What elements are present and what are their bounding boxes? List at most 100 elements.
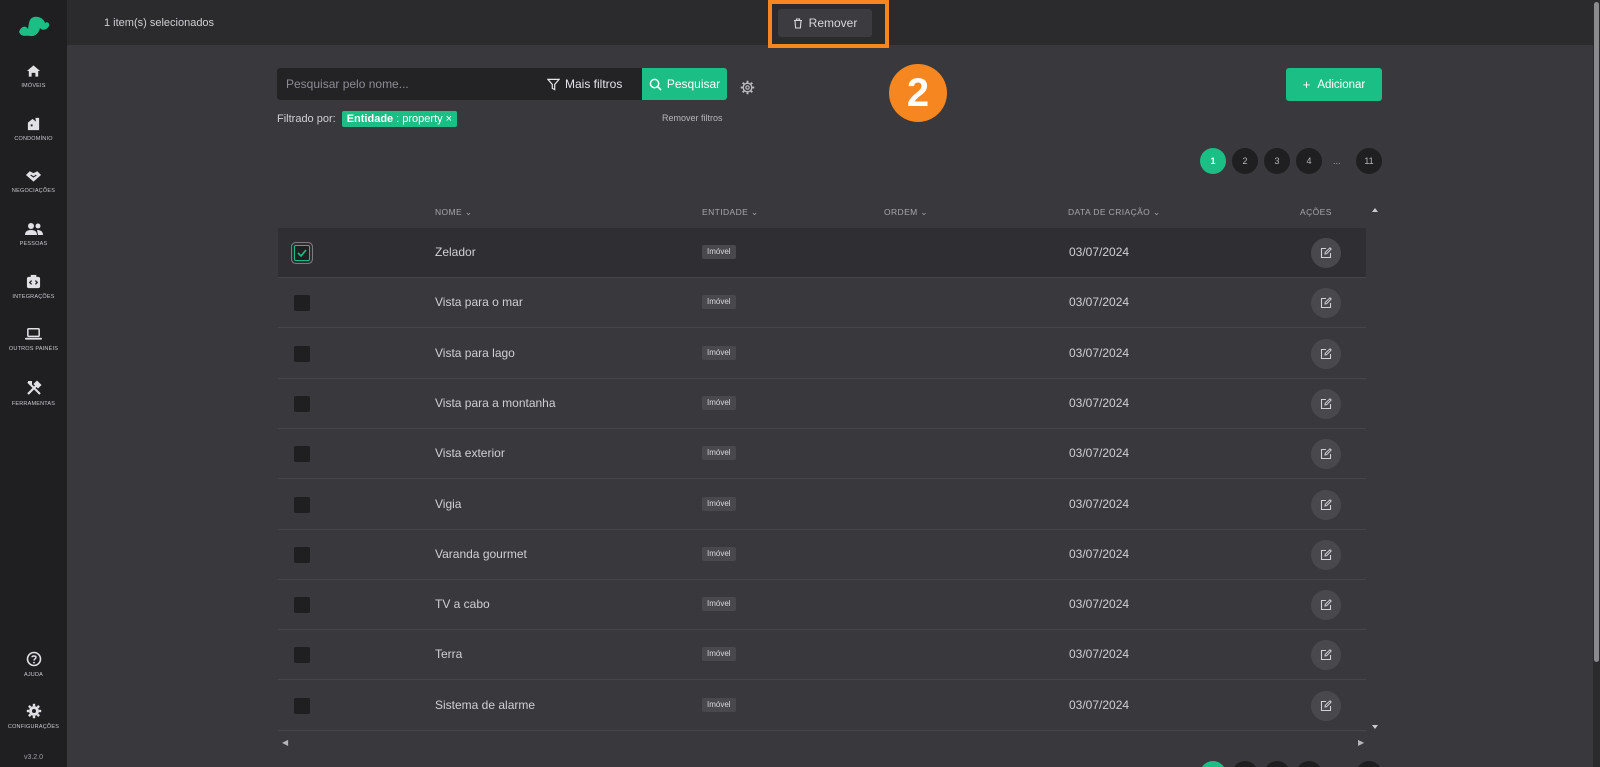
more-filters-button[interactable]: Mais filtros <box>547 68 622 100</box>
bottom-page-button[interactable] <box>1232 761 1258 767</box>
sidebar-item-label: FERRAMENTAS <box>11 401 56 407</box>
column-header-order[interactable]: ORDEM ⌄ <box>884 207 928 218</box>
column-header-created[interactable]: DATA DE CRIAÇÃO ⌄ <box>1068 207 1161 218</box>
entity-badge: Imóvel <box>702 597 736 612</box>
sidebar: IMÓVEIS CONDOMÍNIO NEGOCIAÇÕES PESSOAS I… <box>0 0 67 767</box>
page-button-1[interactable]: 1 <box>1200 148 1226 174</box>
edit-button[interactable] <box>1311 690 1341 721</box>
edit-icon <box>1320 699 1332 711</box>
table-row[interactable]: Vigia Imóvel 03/07/2024 <box>278 480 1366 530</box>
condominium-icon <box>27 117 40 131</box>
search-input[interactable] <box>277 68 537 100</box>
sidebar-item-condominio[interactable]: CONDOMÍNIO <box>0 116 67 142</box>
help-icon <box>26 651 41 667</box>
cell-name: Vista para a montanha <box>435 395 556 410</box>
scrollbar-thumb[interactable] <box>1594 2 1599 662</box>
edit-button[interactable] <box>1311 489 1341 520</box>
cell-date: 03/07/2024 <box>1069 345 1130 360</box>
table-row[interactable]: Vista para a montanha Imóvel 03/07/2024 <box>278 379 1366 429</box>
row-checkbox[interactable] <box>294 395 310 412</box>
edit-button[interactable] <box>1311 388 1341 419</box>
sidebar-item-label: NEGOCIAÇÕES <box>11 188 56 194</box>
sidebar-item-pessoas[interactable]: PESSOAS <box>0 222 67 247</box>
row-checkbox[interactable] <box>294 496 310 513</box>
search-settings-button[interactable] <box>740 80 755 100</box>
scroll-right-icon[interactable]: ▶ <box>1358 738 1364 747</box>
cell-name: TV a cabo <box>435 597 490 612</box>
close-icon[interactable]: × <box>446 113 452 125</box>
page-button-4[interactable]: 4 <box>1296 148 1322 174</box>
row-checkbox[interactable] <box>294 597 310 614</box>
table-row[interactable]: Terra Imóvel 03/07/2024 <box>278 630 1366 681</box>
edit-button[interactable] <box>1311 288 1341 319</box>
bottom-page-button[interactable] <box>1264 761 1290 767</box>
scroll-down-icon[interactable] <box>1371 723 1379 731</box>
edit-button[interactable] <box>1311 590 1341 621</box>
scroll-left-icon[interactable]: ◀ <box>282 738 288 747</box>
table-row[interactable]: Vista para lago Imóvel 03/07/2024 <box>278 329 1366 379</box>
table-row[interactable]: Sistema de alarme Imóvel 03/07/2024 <box>278 681 1366 731</box>
row-checkbox[interactable] <box>294 245 310 261</box>
edit-icon <box>1320 448 1332 460</box>
cell-date: 03/07/2024 <box>1069 697 1130 712</box>
filter-chip-key: Entidade <box>346 113 394 125</box>
sidebar-item-imoveis[interactable]: IMÓVEIS <box>0 64 67 89</box>
row-checkbox[interactable] <box>294 295 310 312</box>
search-bar: Mais filtros <box>277 68 642 100</box>
row-checkbox[interactable] <box>294 345 310 362</box>
sidebar-item-ajuda[interactable]: AJUDA <box>0 651 67 678</box>
edit-button[interactable] <box>1311 439 1341 470</box>
sidebar-item-integracoes[interactable]: INTEGRAÇÕES <box>0 274 67 300</box>
row-checkbox[interactable] <box>294 647 310 664</box>
table-row[interactable]: Vista para o mar Imóvel 03/07/2024 <box>278 278 1366 329</box>
edit-button[interactable] <box>1311 238 1341 268</box>
edit-icon <box>1320 649 1332 661</box>
cell-date: 03/07/2024 <box>1069 245 1130 259</box>
bottom-page-button[interactable] <box>1200 761 1226 767</box>
edit-button[interactable] <box>1311 640 1341 671</box>
scroll-up-icon[interactable] <box>1371 206 1379 214</box>
table-row[interactable]: Varanda gourmet Imóvel 03/07/2024 <box>278 530 1366 580</box>
sidebar-item-negociacoes[interactable]: NEGOCIAÇÕES <box>0 169 67 194</box>
app-version: v3.2.0 <box>23 754 44 761</box>
remove-filters-link[interactable]: Remover filtros <box>662 113 723 123</box>
sidebar-item-label: IMÓVEIS <box>21 83 46 89</box>
table-row[interactable]: Zelador Imóvel 03/07/2024 <box>278 228 1366 278</box>
cell-date: 03/07/2024 <box>1069 647 1130 662</box>
search-button[interactable]: Pesquisar <box>642 68 727 100</box>
people-icon <box>24 223 43 235</box>
cell-name: Zelador <box>435 245 476 259</box>
column-header-entity[interactable]: ENTIDADE ⌄ <box>702 207 758 218</box>
vertical-scrollbar[interactable] <box>1593 0 1600 767</box>
bottom-page-button[interactable] <box>1356 761 1382 767</box>
edit-button[interactable] <box>1311 539 1341 570</box>
sidebar-item-outros-paineis[interactable]: OUTROS PAINÉIS <box>0 327 67 352</box>
entity-badge: Imóvel <box>702 546 736 561</box>
cell-date: 03/07/2024 <box>1069 395 1130 410</box>
page-button-last[interactable]: 11 <box>1356 148 1382 174</box>
entity-badge: Imóvel <box>702 295 736 310</box>
table-row[interactable]: TV a cabo Imóvel 03/07/2024 <box>278 580 1366 631</box>
column-header-name[interactable]: NOME ⌄ <box>435 207 472 218</box>
filter-chip-entidade[interactable]: Entidade: property × <box>341 111 458 127</box>
cell-date: 03/07/2024 <box>1069 295 1130 310</box>
cell-date: 03/07/2024 <box>1069 446 1130 461</box>
add-button[interactable]: + Adicionar <box>1286 68 1382 101</box>
page-button-2[interactable]: 2 <box>1232 148 1258 174</box>
row-checkbox[interactable] <box>294 697 310 714</box>
table-row[interactable]: Vista exterior Imóvel 03/07/2024 <box>278 429 1366 480</box>
sidebar-item-ferramentas[interactable]: FERRAMENTAS <box>0 380 67 407</box>
row-checkbox[interactable] <box>294 546 310 563</box>
edit-button[interactable] <box>1311 338 1341 369</box>
add-button-label: Adicionar <box>1317 78 1366 91</box>
cell-date: 03/07/2024 <box>1069 597 1130 612</box>
sidebar-item-configuracoes[interactable]: CONFIGURAÇÕES <box>0 703 67 730</box>
page-button-3[interactable]: 3 <box>1264 148 1290 174</box>
entity-badge: Imóvel <box>702 245 736 259</box>
brand-logo-icon[interactable] <box>17 12 51 38</box>
row-checkbox[interactable] <box>294 446 310 463</box>
bottom-page-button[interactable] <box>1296 761 1322 767</box>
edit-icon <box>1320 548 1332 560</box>
sidebar-item-label: INTEGRAÇÕES <box>12 294 55 300</box>
sidebar-item-label: CONFIGURAÇÕES <box>7 724 60 730</box>
